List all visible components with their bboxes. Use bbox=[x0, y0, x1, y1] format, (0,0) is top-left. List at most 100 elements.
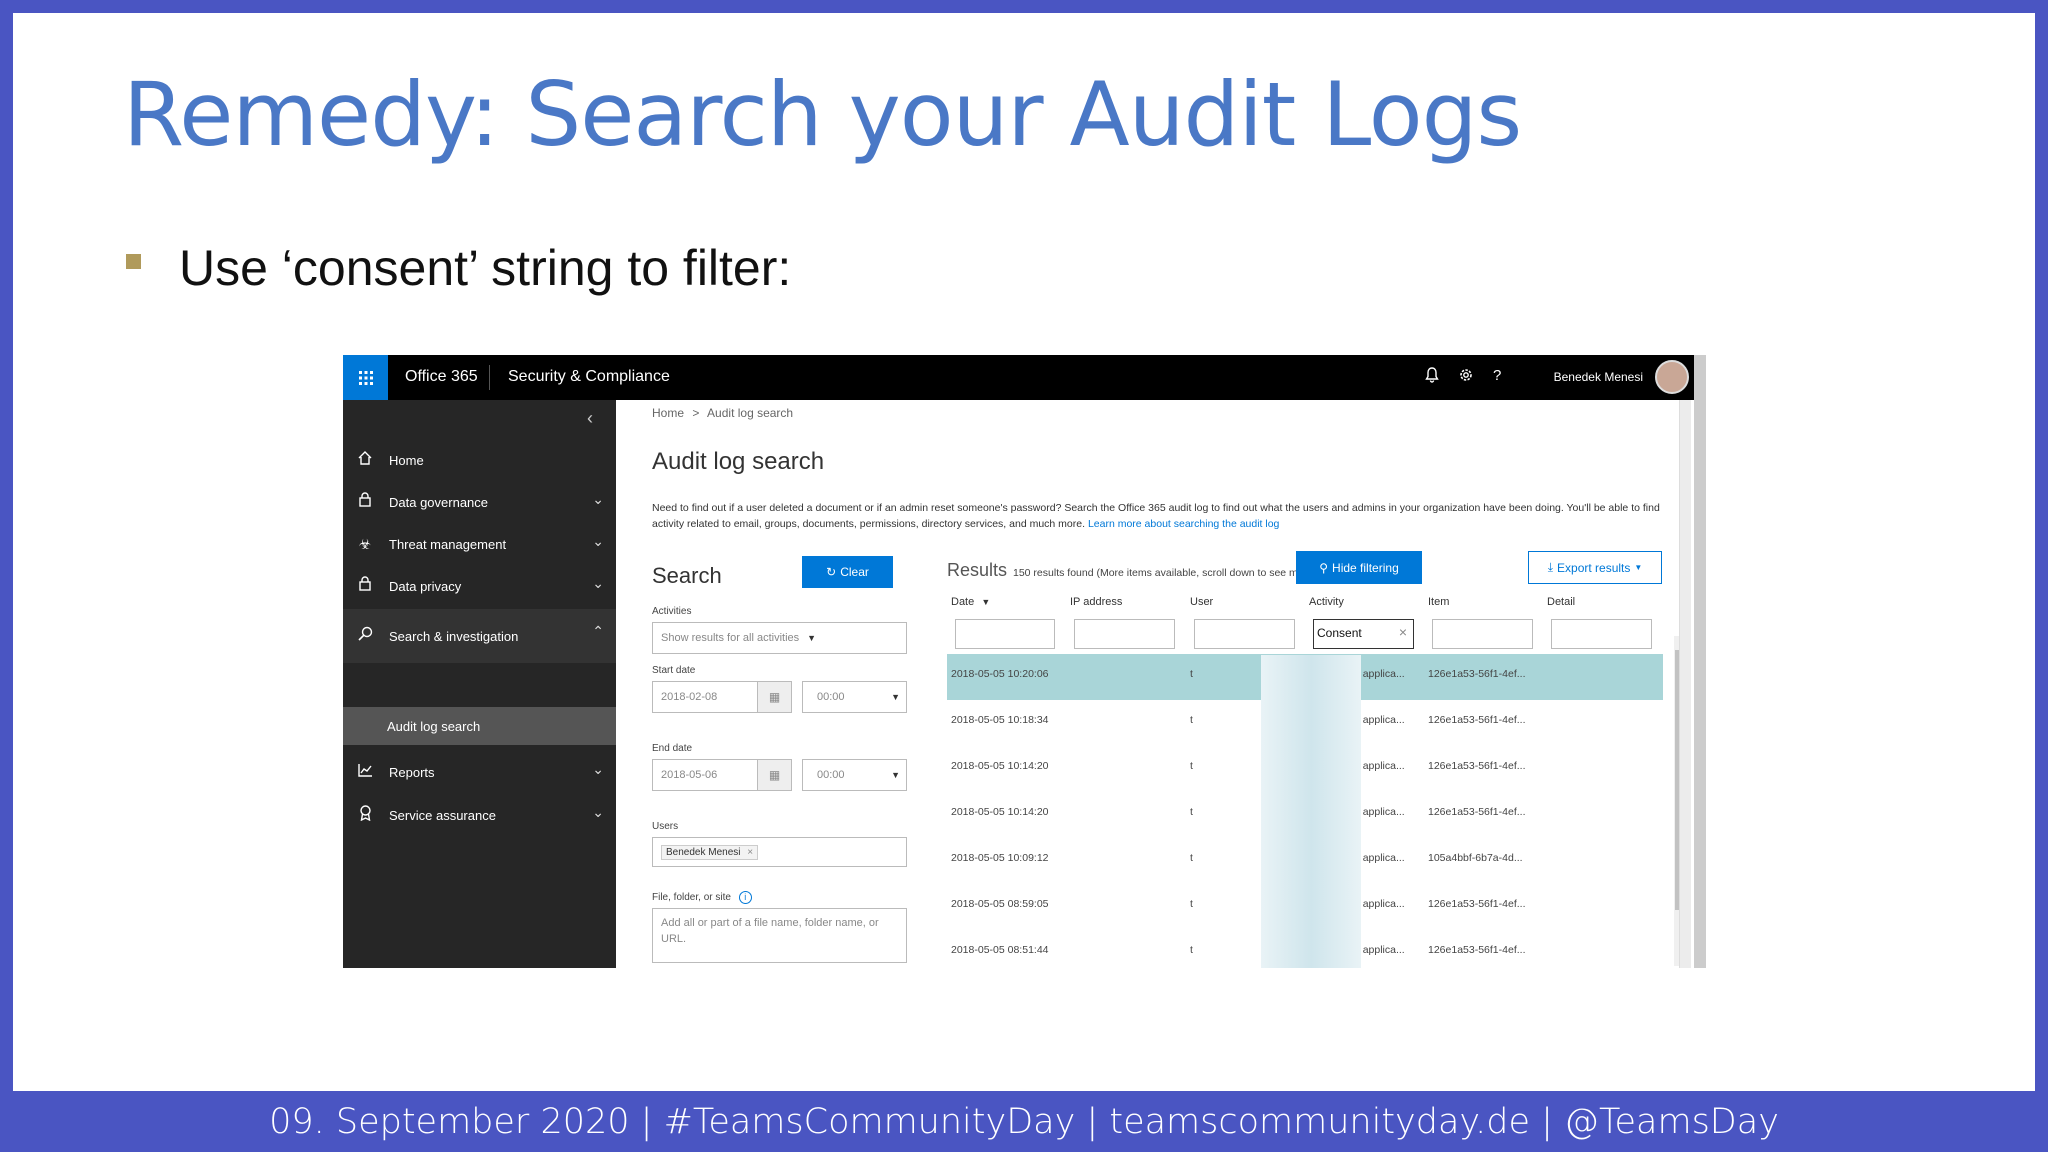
cell-item: 126e1a53-56f1-4ef... bbox=[1428, 944, 1526, 956]
app-top-bar: Office 365 Security & Compliance ? Bened… bbox=[343, 355, 1694, 400]
chevron-down-icon[interactable]: ⌄ bbox=[592, 533, 604, 550]
help-icon[interactable]: ? bbox=[1493, 367, 1501, 384]
nav-label: Home bbox=[389, 452, 424, 468]
left-navigation: ‹ Home Data governance ⌄ ☣ Threat manage… bbox=[343, 400, 616, 968]
file-folder-site-text: File, folder, or site bbox=[652, 892, 731, 903]
hide-filtering-button[interactable]: ⚲ Hide filtering bbox=[1296, 551, 1422, 584]
page-scrollbar[interactable] bbox=[1679, 400, 1691, 968]
clear-filter-icon[interactable]: × bbox=[1399, 624, 1407, 640]
end-time-value: 00:00 bbox=[817, 769, 845, 781]
info-icon[interactable]: i bbox=[738, 891, 752, 904]
bullet-marker bbox=[126, 254, 141, 269]
users-input[interactable]: Benedek Menesi × bbox=[652, 837, 907, 867]
cell-user: t bbox=[1190, 806, 1193, 818]
search-icon bbox=[343, 626, 379, 646]
cell-date: 2018-05-05 08:59:05 bbox=[951, 898, 1049, 910]
start-date-value: 2018-02-08 bbox=[661, 691, 718, 703]
cell-date: 2018-05-05 08:51:44 bbox=[951, 944, 1049, 956]
sort-desc-icon: ▼ bbox=[981, 597, 991, 607]
clear-button[interactable]: ↻ Clear bbox=[802, 556, 893, 588]
nav-item-search-investigation[interactable]: Search & investigation ⌃ bbox=[343, 609, 616, 663]
activities-dropdown[interactable]: Show results for all activities ▼ bbox=[652, 622, 907, 654]
calendar-icon[interactable]: ▦ bbox=[757, 682, 791, 712]
chevron-down-icon[interactable]: ⌄ bbox=[592, 575, 604, 592]
nav-item-home[interactable]: Home bbox=[343, 440, 616, 480]
nav-item-data-governance[interactable]: Data governance ⌄ bbox=[343, 482, 616, 522]
nav-label: Service assurance bbox=[389, 807, 496, 823]
chevron-down-icon[interactable]: ⌄ bbox=[592, 491, 604, 508]
chevron-down-icon[interactable]: ⌄ bbox=[592, 804, 604, 821]
item-filter-input[interactable] bbox=[1432, 619, 1533, 649]
activities-value: Show results for all activities bbox=[661, 632, 800, 644]
gear-icon[interactable] bbox=[1458, 367, 1474, 388]
lock-icon bbox=[343, 576, 379, 596]
user-filter-input[interactable] bbox=[1194, 619, 1295, 649]
lock-icon bbox=[343, 492, 379, 512]
column-header-item[interactable]: Item bbox=[1428, 596, 1449, 608]
caret-down-icon: ▼ bbox=[891, 692, 900, 702]
user-chip-label: Benedek Menesi bbox=[666, 846, 741, 858]
column-header-detail[interactable]: Detail bbox=[1547, 596, 1575, 608]
refresh-icon: ↻ bbox=[826, 565, 837, 579]
avatar[interactable] bbox=[1655, 360, 1689, 394]
cell-item: 105a4bbf-6b7a-4d... bbox=[1428, 852, 1523, 864]
ip-filter-input[interactable] bbox=[1074, 619, 1175, 649]
chevron-down-icon[interactable]: ⌄ bbox=[592, 761, 604, 778]
nav-item-threat-management[interactable]: ☣ Threat management ⌄ bbox=[343, 524, 616, 564]
chevron-up-icon[interactable]: ⌃ bbox=[592, 623, 604, 640]
section-name[interactable]: Security & Compliance bbox=[508, 368, 670, 386]
start-time-select[interactable]: 00:00 ▼ bbox=[802, 681, 907, 713]
app-name[interactable]: Office 365 bbox=[405, 368, 478, 386]
nav-item-reports[interactable]: Reports ⌄ bbox=[343, 752, 616, 792]
nav-item-service-assurance[interactable]: Service assurance ⌄ bbox=[343, 795, 616, 835]
column-header-ip-address[interactable]: IP address bbox=[1070, 596, 1122, 608]
activity-filter-input[interactable]: Consent × bbox=[1313, 619, 1414, 649]
cell-user: t bbox=[1190, 760, 1193, 772]
page-description: Need to find out if a user deleted a doc… bbox=[652, 500, 1672, 532]
home-icon bbox=[343, 450, 379, 470]
remove-chip-icon[interactable]: × bbox=[747, 847, 753, 858]
cell-date: 2018-05-05 10:14:20 bbox=[951, 806, 1049, 818]
calendar-icon[interactable]: ▦ bbox=[757, 760, 791, 790]
collapse-nav-icon[interactable]: ‹ bbox=[587, 408, 593, 429]
cell-item: 126e1a53-56f1-4ef... bbox=[1428, 714, 1526, 726]
activity-filter-value: Consent bbox=[1317, 626, 1362, 640]
cell-user: t bbox=[1190, 944, 1193, 956]
export-results-button[interactable]: ⤓ Export results ▼ bbox=[1528, 551, 1662, 584]
end-time-select[interactable]: 00:00 ▼ bbox=[802, 759, 907, 791]
user-name[interactable]: Benedek Menesi bbox=[1554, 370, 1643, 384]
results-heading: Results bbox=[947, 560, 1008, 580]
cell-item: 126e1a53-56f1-4ef... bbox=[1428, 760, 1526, 772]
chart-icon bbox=[343, 763, 379, 782]
learn-more-link[interactable]: Learn more about searching the audit log bbox=[1088, 518, 1279, 530]
start-date-input[interactable]: 2018-02-08 ▦ bbox=[652, 681, 792, 713]
hide-filtering-label: Hide filtering bbox=[1332, 560, 1399, 575]
column-header-activity[interactable]: Activity bbox=[1309, 596, 1344, 608]
end-date-input[interactable]: 2018-05-06 ▦ bbox=[652, 759, 792, 791]
breadcrumb-home[interactable]: Home bbox=[652, 406, 684, 420]
file-folder-site-label: File, folder, or site i bbox=[652, 891, 752, 904]
cell-item: 126e1a53-56f1-4ef... bbox=[1428, 668, 1526, 680]
cell-item: 126e1a53-56f1-4ef... bbox=[1428, 898, 1526, 910]
slide-footer: 09. September 2020 | #TeamsCommunityDay … bbox=[0, 1091, 2048, 1152]
bell-icon[interactable] bbox=[1425, 367, 1439, 388]
detail-filter-input[interactable] bbox=[1551, 619, 1652, 649]
topbar-divider bbox=[489, 365, 490, 390]
nav-item-data-privacy[interactable]: Data privacy ⌄ bbox=[343, 566, 616, 606]
column-header-date[interactable]: Date ▼ bbox=[951, 596, 990, 608]
user-chip[interactable]: Benedek Menesi × bbox=[661, 844, 759, 860]
page-title: Audit log search bbox=[652, 448, 825, 475]
nav-sub-item-audit-log-search[interactable]: Audit log search bbox=[343, 707, 616, 745]
biohazard-icon: ☣ bbox=[358, 535, 372, 552]
cell-date: 2018-05-05 10:20:06 bbox=[951, 668, 1049, 680]
app-launcher-icon[interactable] bbox=[343, 355, 388, 400]
start-date-label: Start date bbox=[652, 665, 696, 676]
column-header-user[interactable]: User bbox=[1190, 596, 1213, 608]
start-time-value: 00:00 bbox=[817, 691, 845, 703]
end-date-label: End date bbox=[652, 743, 693, 754]
cell-date: 2018-05-05 10:09:12 bbox=[951, 852, 1049, 864]
slide-title: Remedy: Search your Audit Logs bbox=[123, 63, 1522, 166]
file-folder-site-input[interactable]: Add all or part of a file name, folder n… bbox=[652, 908, 907, 963]
date-filter-input[interactable] bbox=[955, 619, 1055, 649]
caret-down-icon: ▼ bbox=[1634, 563, 1643, 572]
